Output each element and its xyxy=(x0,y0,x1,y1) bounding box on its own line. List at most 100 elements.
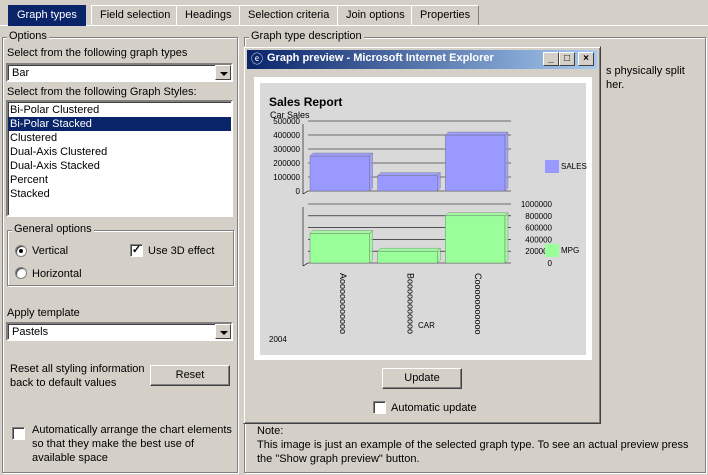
tab-properties[interactable]: Properties xyxy=(411,5,480,25)
graph-type-value: Bar xyxy=(12,67,30,79)
automatic-update-label: Automatic update xyxy=(391,402,477,414)
bar-top-mpg xyxy=(444,212,509,217)
reset-text-line-2: back to default values xyxy=(10,377,117,389)
y-tick-label: 400000 xyxy=(273,131,300,140)
auto-arrange-checkbox[interactable] xyxy=(12,427,25,440)
description-partial-2: her. xyxy=(606,79,625,91)
internet-explorer-icon: ⓔ xyxy=(250,52,263,66)
chart-footer: 2004 xyxy=(269,335,287,344)
bar-top-sales xyxy=(377,172,441,176)
horizontal-label: Horizontal xyxy=(32,268,82,280)
y-tick-label: 0 xyxy=(548,259,553,268)
chart-title: Sales Report xyxy=(269,95,342,109)
styles-label: Select from the following Graph Styles: xyxy=(7,86,197,98)
use-3d-label: Use 3D effect xyxy=(148,245,215,257)
y-tick-label: 500000 xyxy=(273,117,300,126)
description-partial-1: s physically split xyxy=(606,65,685,77)
tab-headings[interactable]: Headings xyxy=(176,5,241,25)
y-tick-label: 600000 xyxy=(525,224,552,233)
tab-graph-types[interactable]: Graph types xyxy=(8,5,86,26)
y-tick-label: 100000 xyxy=(273,173,300,182)
legend-swatch xyxy=(545,244,559,257)
graph-styles-list[interactable]: Bi-Polar Clustered Bi-Polar Stacked Clus… xyxy=(6,100,233,217)
automatic-update-checkbox[interactable] xyxy=(373,401,386,414)
bar-chart: Sales Report Car Sales 50000040000030000… xyxy=(269,95,587,344)
y-tick-label: 800000 xyxy=(525,212,552,221)
y-tick-label: 400000 xyxy=(525,235,552,244)
list-item[interactable]: Clustered xyxy=(8,131,231,145)
apply-template-label: Apply template xyxy=(7,307,80,319)
y-tick-label: 1000000 xyxy=(521,200,553,209)
tab-field-selection[interactable]: Field selection xyxy=(91,5,180,25)
horizontal-radio[interactable] xyxy=(15,267,27,279)
title-bar[interactable]: ⓔ Graph preview - Microsoft Internet Exp… xyxy=(247,50,597,69)
bar-mpg xyxy=(309,233,370,264)
bar-side-sales xyxy=(369,152,373,192)
reset-text-line-1: Reset all styling information xyxy=(10,363,145,375)
bar-sales xyxy=(377,175,438,192)
y-ticks-mpg: 10000008000006000004000002000000 xyxy=(521,200,553,268)
bars xyxy=(309,131,509,264)
list-item[interactable]: Dual-Axis Clustered xyxy=(8,145,231,159)
bar-side-mpg xyxy=(369,230,373,264)
y-tick-label: 200000 xyxy=(273,159,300,168)
category-labels: Aooooooooooo Booooooooooo Cooooooooooo xyxy=(338,273,483,335)
description-group-label: Graph type description xyxy=(249,30,364,42)
maximize-icon[interactable]: □ xyxy=(559,52,575,66)
graph-type-label: Select from the following graph types xyxy=(7,47,188,59)
graph-type-select[interactable]: Bar xyxy=(6,63,233,82)
auto-arrange-line-3: available space xyxy=(32,452,108,464)
bar-side-mpg xyxy=(504,212,509,264)
use-3d-checkbox[interactable]: ✓ xyxy=(130,244,143,257)
axis-depth-line xyxy=(302,190,309,195)
vertical-radio[interactable] xyxy=(15,245,27,257)
reset-button[interactable]: Reset xyxy=(150,365,230,386)
tab-strip-line xyxy=(0,25,708,26)
list-item[interactable]: Bi-Polar Stacked xyxy=(8,117,231,131)
options-group-label: Options xyxy=(7,30,49,42)
y-tick-label: 0 xyxy=(296,187,301,196)
chevron-down-icon[interactable] xyxy=(215,65,231,80)
list-item[interactable]: Dual-Axis Stacked xyxy=(8,159,231,173)
axis-depth-line xyxy=(302,262,309,267)
list-item[interactable]: Stacked xyxy=(8,187,231,201)
bar-top-sales xyxy=(309,152,374,157)
minimize-icon[interactable]: _ xyxy=(543,52,559,66)
chevron-down-icon[interactable] xyxy=(215,324,231,339)
auto-arrange-line-1: Automatically arrange the chart elements xyxy=(32,424,232,436)
category-label: Aooooooooooo xyxy=(338,273,348,334)
bar-top-sales xyxy=(444,131,509,136)
legend-label: MPG xyxy=(561,246,579,255)
y-tick-label: 300000 xyxy=(273,145,300,154)
update-button[interactable]: Update xyxy=(382,368,462,389)
auto-arrange-line-2: so that they make the best use of xyxy=(32,438,195,450)
template-select[interactable]: Pastels xyxy=(6,322,233,341)
template-value: Pastels xyxy=(12,326,49,338)
bar-sales xyxy=(309,155,370,192)
category-label: Booooooooooo xyxy=(406,273,416,334)
x-axis-label: CAR xyxy=(418,321,435,330)
list-item[interactable]: Bi-Polar Clustered xyxy=(8,103,231,117)
chart-container: Sales Report Car Sales 500000 400000 30000… xyxy=(254,77,592,360)
bar-top-mpg xyxy=(309,230,374,234)
note-line-1: This image is just an example of the sel… xyxy=(257,439,689,451)
tab-selection-criteria[interactable]: Selection criteria xyxy=(239,5,339,25)
vertical-label: Vertical xyxy=(32,245,69,257)
bar-sales xyxy=(445,134,506,192)
y-ticks-sales: 500000 400000 300000 200000 100000 0 xyxy=(273,117,300,196)
bar-mpg xyxy=(445,215,506,264)
graph-preview-window[interactable]: ⓔ Graph preview - Microsoft Internet Exp… xyxy=(243,46,601,424)
bar-side-sales xyxy=(504,131,509,192)
legend-swatch xyxy=(545,160,559,173)
bar-mpg xyxy=(377,250,438,264)
list-item[interactable]: Percent xyxy=(8,173,231,187)
tab-join-options[interactable]: Join options xyxy=(337,5,414,25)
legend-label: SALES xyxy=(561,162,587,171)
note-label: Note: xyxy=(257,425,284,437)
close-icon[interactable]: × xyxy=(578,52,594,66)
bar-top-mpg xyxy=(377,247,441,252)
general-options-label: General options xyxy=(12,223,94,235)
category-label: Cooooooooooo xyxy=(473,273,483,335)
note-line-2: the "Show graph preview" button. xyxy=(257,453,420,465)
window-title: Graph preview - Microsoft Internet Explo… xyxy=(267,52,494,64)
